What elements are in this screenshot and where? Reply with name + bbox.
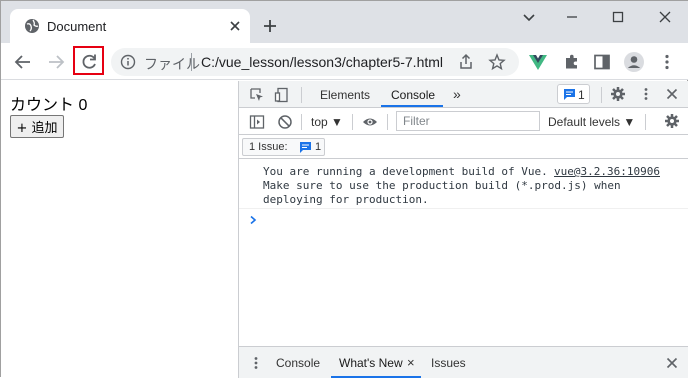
separator <box>301 87 302 103</box>
omnibox-separator <box>191 53 192 71</box>
url-text[interactable]: C:/vue_lesson/lesson3/chapter5-7.html <box>201 54 443 70</box>
drawer-tab-issues[interactable]: Issues <box>431 356 466 370</box>
console-filter-input[interactable] <box>396 111 540 131</box>
log-levels-dropdown[interactable]: Default levels ▼ <box>548 115 635 129</box>
extensions-puzzle-icon[interactable] <box>562 52 582 72</box>
close-drawer-icon[interactable] <box>664 355 680 371</box>
drawer-menu-icon[interactable] <box>248 355 264 371</box>
active-tab-indicator <box>381 105 443 107</box>
separator <box>352 114 353 130</box>
share-icon[interactable] <box>457 53 475 71</box>
inspect-element-icon[interactable] <box>249 87 265 103</box>
reload-highlight-box <box>73 46 104 75</box>
live-expression-eye-icon[interactable] <box>362 114 378 130</box>
minimize-icon[interactable] <box>564 9 580 25</box>
page-content: カウント 0 + 追加 <box>1 81 238 378</box>
tab-console[interactable]: Console <box>391 88 435 102</box>
profile-avatar-icon[interactable] <box>623 51 645 73</box>
address-toolbar: ファイル C:/vue_lesson/lesson3/chapter5-7.ht… <box>1 43 688 80</box>
back-arrow-icon[interactable] <box>13 52 33 72</box>
issues-badge-count: 1 <box>578 88 585 102</box>
close-devtools-icon[interactable] <box>664 86 680 102</box>
add-button[interactable]: + 追加 <box>10 115 64 138</box>
separator <box>601 87 602 103</box>
info-icon[interactable] <box>120 54 136 70</box>
forward-arrow-icon[interactable] <box>46 52 66 72</box>
browser-tab[interactable]: Document <box>10 9 250 43</box>
drawer-tab-console[interactable]: Console <box>276 356 320 370</box>
close-tab-icon[interactable] <box>227 18 243 34</box>
issues-badge[interactable]: 1 <box>557 84 590 104</box>
device-toolbar-icon[interactable] <box>274 87 290 103</box>
message-icon <box>300 142 311 153</box>
devtools-tab-bar: Elements Console » 1 <box>239 81 688 108</box>
console-line: Make sure to use the production build (*… <box>263 179 621 192</box>
issues-chip-count: 1 <box>315 141 322 153</box>
globe-icon <box>25 19 39 33</box>
clear-console-icon[interactable] <box>277 114 293 130</box>
new-tab-icon[interactable] <box>262 18 278 34</box>
browser-menu-icon[interactable] <box>657 52 677 72</box>
devtools-panel: Elements Console » 1 top ▼ Filter Defaul… <box>238 81 688 378</box>
context-selector[interactable]: top ▼ <box>311 115 343 129</box>
tab-strip: Document <box>1 1 688 43</box>
issues-chip[interactable]: 1 Issue: 1 <box>242 138 325 156</box>
console-line: deploying for production. <box>263 193 429 206</box>
tab-elements[interactable]: Elements <box>320 88 370 102</box>
omnibox[interactable]: ファイル C:/vue_lesson/lesson3/chapter5-7.ht… <box>111 48 519 76</box>
more-tabs-button[interactable]: » <box>453 86 461 102</box>
bookmark-star-icon[interactable] <box>488 53 506 71</box>
separator <box>387 114 388 130</box>
console-filter-bar: top ▼ Default levels ▼ <box>239 108 688 135</box>
console-prompt-chevron-icon[interactable] <box>248 215 258 225</box>
side-panel-icon[interactable] <box>592 52 612 72</box>
devtools-menu-icon[interactable] <box>638 86 654 102</box>
sidebar-toggle-icon[interactable] <box>249 114 265 130</box>
console-settings-gear-icon[interactable] <box>664 113 680 129</box>
browser-window: Document ファイル C:/vue_lesson/lesson3/chap… <box>0 0 688 378</box>
issues-chip-label: 1 Issue: <box>249 141 288 153</box>
chevron-down-icon[interactable] <box>521 9 537 25</box>
issues-bar: 1 Issue: 1 <box>239 135 688 159</box>
count-display: カウント 0 <box>10 97 88 114</box>
drawer-tab-whats-new[interactable]: What's New <box>339 356 403 370</box>
separator <box>301 114 302 130</box>
console-line: You are running a development build of V… <box>263 165 548 178</box>
settings-gear-icon[interactable] <box>610 86 626 102</box>
maximize-icon[interactable] <box>610 9 626 25</box>
drawer-tab-close-icon[interactable]: × <box>407 355 415 370</box>
vue-devtools-icon[interactable] <box>528 52 548 72</box>
tab-title: Document <box>47 19 107 34</box>
window-close-icon[interactable] <box>657 9 673 25</box>
console-message: You are running a development build of V… <box>239 161 688 209</box>
separator <box>645 114 646 130</box>
message-icon <box>564 89 575 100</box>
devtools-drawer: Console What's New × Issues <box>239 346 688 378</box>
console-source-link[interactable]: vue@3.2.36:10906 <box>554 165 660 178</box>
